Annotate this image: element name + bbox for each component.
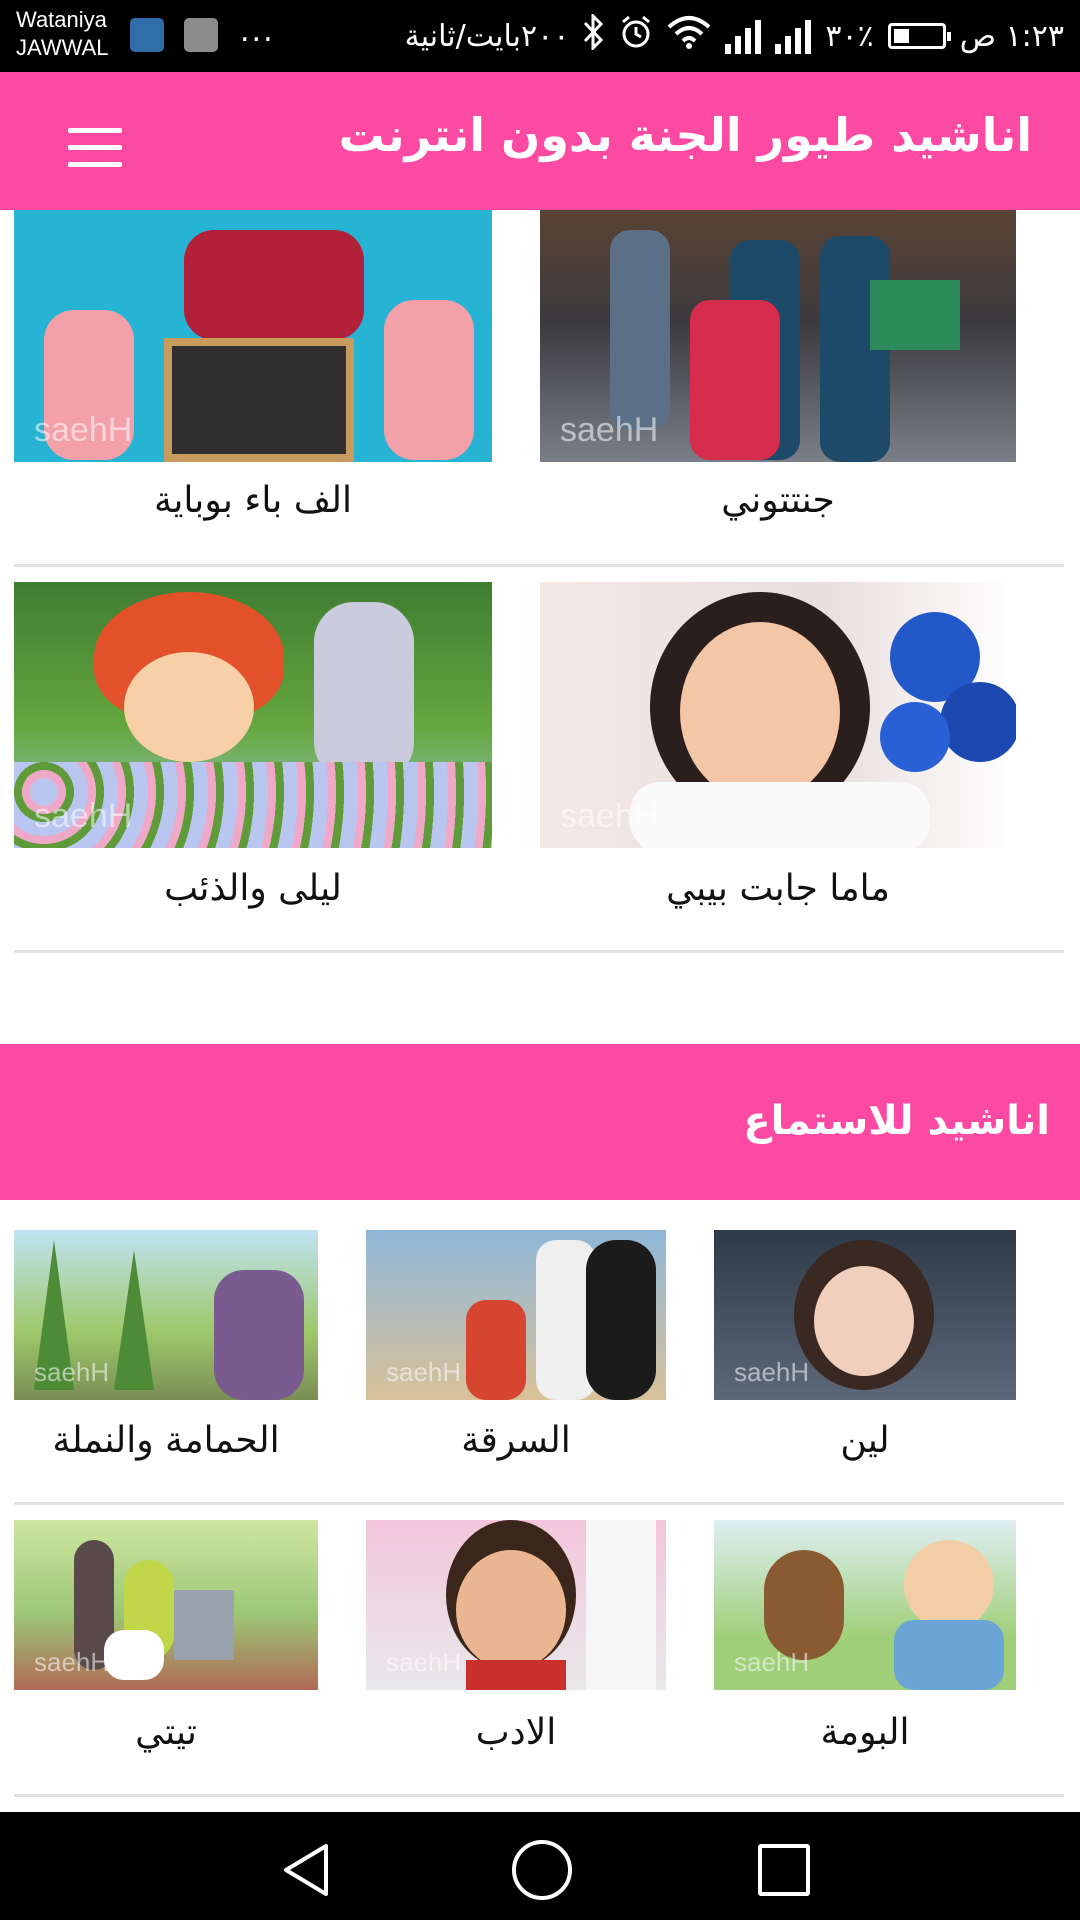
carrier-network: JAWWAL [16,35,109,60]
wifi-icon [667,15,711,57]
alarm-icon [619,15,653,57]
video-card[interactable]: saehH ليلى والذئب [14,582,492,942]
more-notifications-icon: ... [240,14,275,49]
video-thumbnail[interactable]: saehH [540,582,1016,848]
system-nav-bar [0,1812,1080,1920]
row-divider [14,564,1064,567]
row-divider [14,950,1064,953]
video-title: الف باء بوباية [154,480,352,521]
health-app-icon [130,18,164,52]
audio-card[interactable]: saehH البومة [714,1520,1016,1760]
back-triangle-icon[interactable] [280,1842,332,1902]
audio-thumbnail[interactable]: saehH [714,1520,1016,1690]
video-thumbnail[interactable]: saehH [14,582,492,848]
audio-card[interactable]: saehH السرقة [366,1230,666,1470]
audio-title: الحمامة والنملة [52,1420,280,1461]
app-bar: اناشيد طيور الجنة بدون انترنت [0,72,1080,210]
bluetooth-icon [583,12,605,58]
signal-strength-icon-2 [775,18,812,54]
audio-thumbnail[interactable]: saehH [714,1230,1016,1400]
video-thumbnail[interactable]: saehH [540,210,1016,462]
audio-card[interactable]: saehH تيتي [14,1520,318,1760]
audio-card[interactable]: saehH لين [714,1230,1016,1470]
battery-percent: ٣٠٪ [825,18,874,54]
status-indicators: ٢٠٠بايت/ثانية ٣٠٪ ١:٢٣ ص [404,12,1064,58]
app-title: اناشيد طيور الجنة بدون انترنت [338,108,1032,162]
section-title: اناشيد للاستماع [743,1098,1050,1144]
home-circle-icon[interactable] [512,1840,572,1900]
signal-strength-icon-1 [725,18,762,54]
audio-title: البومة [820,1712,910,1753]
audio-title: الادب [475,1712,557,1753]
network-speed: ٢٠٠بايت/ثانية [404,18,570,54]
video-title: جنتتوني [721,480,835,521]
audio-thumbnail[interactable]: saehH [14,1230,318,1400]
status-bar: Wataniya JAWWAL ... ٢٠٠بايت/ثانية ٣٠٪ ١:… [0,0,1080,72]
hamburger-menu-icon[interactable] [68,128,122,168]
row-divider [14,1502,1064,1505]
audio-thumbnail[interactable]: saehH [14,1520,318,1690]
audio-title: السرقة [461,1420,571,1461]
clock: ١:٢٣ ص [959,18,1064,54]
video-card[interactable]: saehH جنتتوني [540,210,1016,560]
battery-icon [887,23,951,49]
audio-thumbnail[interactable]: saehH [366,1230,666,1400]
audio-title: لين [840,1420,890,1461]
audio-title: تيتي [135,1712,197,1753]
video-title: ليلى والذئب [164,868,342,909]
gallery-app-icon [184,18,218,52]
carrier-label: Wataniya JAWWAL [16,6,108,62]
video-card[interactable]: saehH الف باء بوباية [14,210,492,560]
video-title: ماما جابت بيبي [666,868,890,909]
audio-card[interactable]: saehH الحمامة والنملة [14,1230,318,1470]
audio-card[interactable]: saehH الادب [366,1520,666,1760]
row-divider [14,1794,1064,1797]
section-header: اناشيد للاستماع [0,1044,1080,1200]
recent-square-icon[interactable] [758,1844,810,1896]
audio-thumbnail[interactable]: saehH [366,1520,666,1690]
video-card[interactable]: saehH ماما جابت بيبي [540,582,1016,942]
carrier-name: Wataniya [16,7,107,32]
video-thumbnail[interactable]: saehH [14,210,492,462]
